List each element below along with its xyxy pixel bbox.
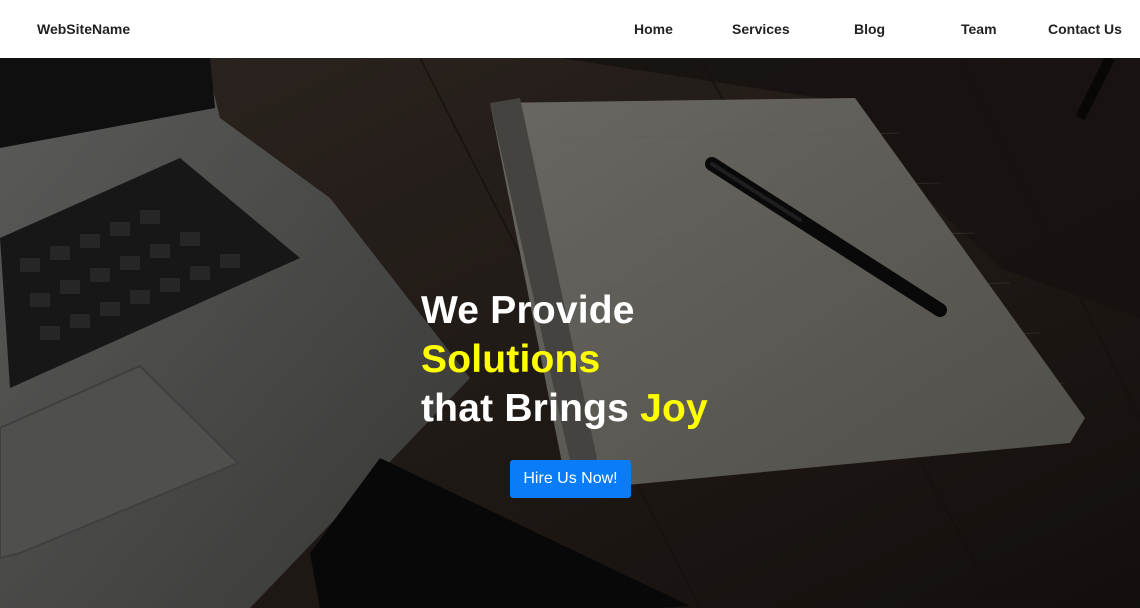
hire-us-button[interactable]: Hire Us Now!	[510, 460, 631, 498]
hero-section: We Provide Solutions that Brings Joy Hir…	[0, 58, 1140, 608]
nav-link-blog[interactable]: Blog	[854, 21, 885, 37]
nav-link-contact-us[interactable]: Contact Us	[1048, 21, 1122, 37]
hero-headline: We Provide Solutions that Brings Joy	[421, 286, 708, 433]
nav-link-services[interactable]: Services	[732, 21, 790, 37]
headline-line-1: We Provide	[421, 289, 635, 332]
headline-accent-joy: Joy	[640, 387, 708, 430]
site-brand[interactable]: WebSiteName	[37, 21, 130, 37]
headline-line-3-prefix: that Brings	[421, 387, 641, 430]
headline-accent-solutions: Solutions	[421, 338, 601, 381]
headline-line-3: that Brings Joy	[421, 384, 708, 433]
nav-link-home[interactable]: Home	[634, 21, 673, 37]
top-navbar: WebSiteName Home Services Blog Team Cont…	[0, 0, 1140, 58]
nav-link-team[interactable]: Team	[961, 21, 997, 37]
